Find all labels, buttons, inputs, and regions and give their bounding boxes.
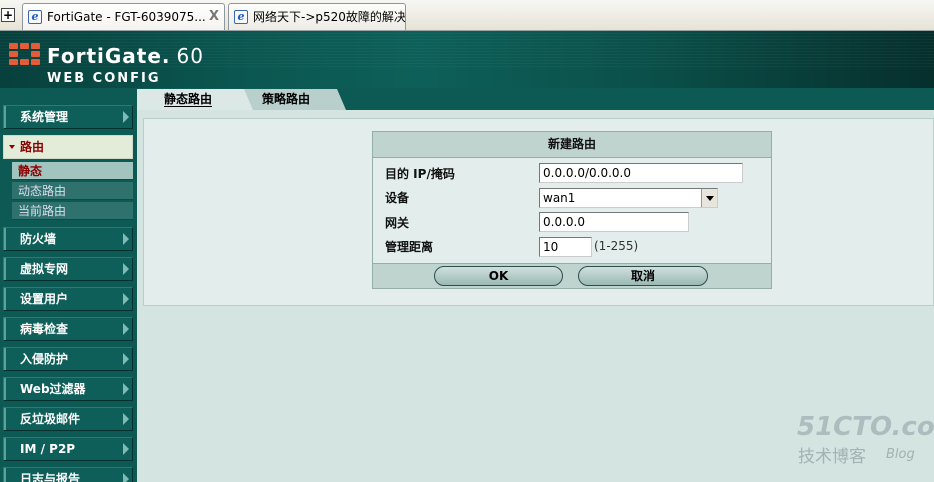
dest-label: 目的 IP/掩码 xyxy=(385,167,455,181)
sidebar-item-ips[interactable]: 入侵防护 xyxy=(3,347,133,371)
new-tab-button[interactable]: + xyxy=(1,8,15,22)
sidebar-item-label: 反垃圾邮件 xyxy=(20,412,81,426)
tab-static-route[interactable]: 静态路由 xyxy=(137,89,253,110)
fortinet-logo-icon xyxy=(9,43,42,66)
watermark-logo-text: 51CTO.com xyxy=(797,412,934,442)
sidebar-subitem-static[interactable]: 静态 xyxy=(12,162,133,180)
device-select-value: wan1 xyxy=(543,191,576,205)
gateway-label: 网关 xyxy=(385,216,410,230)
watermark-subtitle: 技术博客 xyxy=(798,447,866,467)
device-label: 设备 xyxy=(385,191,410,205)
sidebar-item-label: 日志与报告 xyxy=(20,472,81,482)
chevron-right-icon xyxy=(123,233,129,245)
sidebar-item-label: 病毒检查 xyxy=(20,322,69,336)
chevron-right-icon xyxy=(123,323,129,335)
dropdown-arrow-icon[interactable] xyxy=(701,189,717,207)
gateway-row: 网关 0.0.0.0 xyxy=(373,210,771,234)
brand-name: FortiGate. xyxy=(47,44,171,68)
cancel-button[interactable]: 取消 xyxy=(578,266,708,286)
dest-row: 目的 IP/掩码 0.0.0.0/0.0.0.0 xyxy=(373,161,771,185)
sidebar-item-label: 路由 xyxy=(20,140,45,154)
sidebar: 系统管理 路由 静态 动态路由 当前路由 防火墙 虚拟专网 设置用户 病毒检查 … xyxy=(0,88,137,482)
brand-model: 60 xyxy=(176,44,204,68)
page-tabs: 策略路由 静态路由 xyxy=(137,88,934,110)
sidebar-item-antispam[interactable]: 反垃圾邮件 xyxy=(3,407,133,431)
chevron-right-icon xyxy=(123,473,129,482)
distance-row: 管理距离 10 (1-255) xyxy=(373,234,771,258)
sidebar-item-label: 入侵防护 xyxy=(20,352,69,366)
chevron-right-icon xyxy=(123,383,129,395)
sidebar-item-label: 设置用户 xyxy=(20,292,69,306)
ie-page-icon: e xyxy=(28,10,42,24)
sidebar-item-label: Web过滤器 xyxy=(20,382,86,396)
sidebar-item-system[interactable]: 系统管理 xyxy=(3,105,133,129)
tab-label: 静态路由 xyxy=(164,92,213,107)
distance-label: 管理距离 xyxy=(385,240,434,254)
distance-range-hint: (1-255) xyxy=(594,239,639,253)
chevron-right-icon xyxy=(123,111,129,123)
browser-tab-fortigate[interactable]: e FortiGate - FGT-6039075... X xyxy=(22,3,225,30)
sidebar-item-log-report[interactable]: 日志与报告 xyxy=(3,467,133,482)
sidebar-item-label: IM / P2P xyxy=(20,442,76,456)
close-tab-icon[interactable]: X xyxy=(209,4,219,30)
sidebar-item-users[interactable]: 设置用户 xyxy=(3,287,133,311)
app-header: FortiGate. 60 WEB CONFIG xyxy=(0,31,934,88)
gateway-input[interactable]: 0.0.0.0 xyxy=(539,212,689,232)
chevron-right-icon xyxy=(123,353,129,365)
form-button-bar: OK 取消 xyxy=(373,263,771,288)
browser-tab-article[interactable]: e 网络天下->p520故障的解决 xyxy=(228,3,406,30)
sidebar-item-firewall[interactable]: 防火墙 xyxy=(3,227,133,251)
tab-label: 策略路由 xyxy=(262,92,311,106)
watermark-blog: Blog xyxy=(886,447,915,462)
sidebar-item-router[interactable]: 路由 xyxy=(3,135,133,159)
chevron-down-icon xyxy=(9,145,15,149)
browser-tab-title: FortiGate - FGT-6039075... xyxy=(47,10,206,24)
ok-button[interactable]: OK xyxy=(434,266,563,286)
chevron-right-icon xyxy=(123,443,129,455)
distance-input[interactable]: 10 xyxy=(539,237,592,257)
new-route-form: 新建路由 目的 IP/掩码 0.0.0.0/0.0.0.0 设备 wan1 网关… xyxy=(372,131,772,289)
brand-title: FortiGate. 60 xyxy=(47,44,204,68)
chevron-right-icon xyxy=(123,293,129,305)
sidebar-item-webfilter[interactable]: Web过滤器 xyxy=(3,377,133,401)
form-title: 新建路由 xyxy=(373,132,771,158)
sidebar-item-label: 虚拟专网 xyxy=(20,262,69,276)
sidebar-item-im-p2p[interactable]: IM / P2P xyxy=(3,437,133,461)
chevron-right-icon xyxy=(123,263,129,275)
browser-tab-title: 网络天下->p520故障的解决 xyxy=(253,10,406,24)
device-row: 设备 wan1 xyxy=(373,185,771,209)
sidebar-item-label: 防火墙 xyxy=(20,232,57,246)
ie-page-icon: e xyxy=(234,10,248,24)
device-select[interactable]: wan1 xyxy=(539,188,718,208)
brand-subtitle: WEB CONFIG xyxy=(47,71,161,86)
sidebar-subitem-current[interactable]: 当前路由 xyxy=(12,202,133,220)
chevron-right-icon xyxy=(123,413,129,425)
sidebar-item-antivirus[interactable]: 病毒检查 xyxy=(3,317,133,341)
sidebar-subitem-dynamic[interactable]: 动态路由 xyxy=(12,182,133,200)
sidebar-item-label: 系统管理 xyxy=(20,110,69,124)
dest-ip-mask-input[interactable]: 0.0.0.0/0.0.0.0 xyxy=(539,163,743,183)
browser-tab-strip: + e FortiGate - FGT-6039075... X e 网络天下-… xyxy=(0,0,934,31)
sidebar-item-vpn[interactable]: 虚拟专网 xyxy=(3,257,133,281)
